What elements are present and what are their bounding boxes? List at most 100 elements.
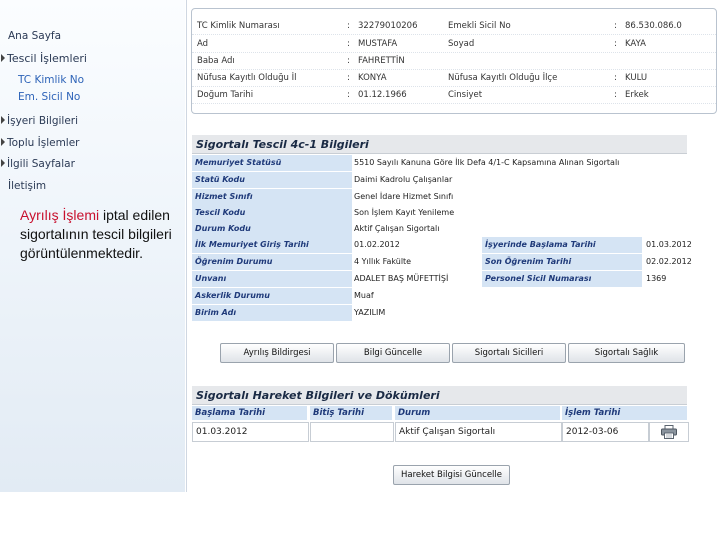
detail-value: 01.02.2012 <box>354 240 400 249</box>
hareket-bilgisi-guncelle-button[interactable]: Hareket Bilgisi Güncelle <box>393 465 510 485</box>
detail-row: Statü Kodu Daimi Kadrolu Çalışanlar <box>192 172 687 188</box>
detail-label: Personel Sicil Numarası <box>482 271 642 287</box>
label-text: Unvanı <box>195 274 227 283</box>
detail-value: 01.03.2012 <box>646 240 692 249</box>
cell-text: 01.03.2012 <box>196 427 248 437</box>
colon: : <box>347 39 350 49</box>
label-text: Birim Adı <box>195 308 237 317</box>
detail-label: Birim Adı <box>192 305 352 321</box>
detail-value: Daimi Kadrolu Çalışanlar <box>354 175 453 184</box>
info-label: Baba Adı <box>197 56 235 66</box>
info-value: KONYA <box>358 73 387 83</box>
caption-text: Ayrılış İşlemi iptal edilen sigortalının… <box>20 206 180 263</box>
colon: : <box>614 90 617 100</box>
info-row: Ad : MUSTAFA Soyad : KAYA <box>192 35 716 53</box>
cell-baslama: 01.03.2012 <box>192 422 309 442</box>
triangle-right-icon <box>1 159 5 167</box>
colon: : <box>347 56 350 66</box>
nav-label: Ana Sayfa <box>8 30 62 42</box>
label-text: Personel Sicil Numarası <box>485 274 592 283</box>
detail-row: İlk Memuriyet Giriş Tarihi 01.02.2012 İş… <box>192 237 692 253</box>
cell-bitis <box>310 422 394 442</box>
column-header: İşlem Tarihi <box>562 406 687 420</box>
colon: : <box>614 21 617 31</box>
info-label: Emekli Sicil No <box>448 21 511 31</box>
detail-label: İlk Memuriyet Giriş Tarihi <box>192 237 352 253</box>
nav-label: İletişim <box>8 180 47 192</box>
cell-islem: 2012-03-06 <box>562 422 649 442</box>
label-text: Durum Kodu <box>195 224 251 233</box>
info-label: TC Kimlik Numarası <box>197 21 280 31</box>
info-value: MUSTAFA <box>358 39 398 49</box>
label-text: İlk Memuriyet Giriş Tarihi <box>195 240 309 249</box>
detail-label: Unvanı <box>192 271 352 287</box>
detail-value: Muaf <box>354 291 374 300</box>
cell-print <box>649 422 689 442</box>
nav-iletisim[interactable]: İletişim <box>8 180 46 192</box>
info-value: 32279010206 <box>358 21 418 31</box>
label-text: Askerlik Durumu <box>195 291 270 300</box>
info-value: Erkek <box>625 90 649 100</box>
colon: : <box>347 90 350 100</box>
detail-value: 02.02.2012 <box>646 257 692 266</box>
header-text: Durum <box>398 408 431 418</box>
section-title: Sigortalı Hareket Bilgileri ve Dökümleri <box>196 389 440 402</box>
sigortali-sicilleri-button[interactable]: Sigortalı Sicilleri <box>452 343 566 363</box>
detail-value: ADALET BAŞ MÜFETTİŞİ <box>354 274 449 283</box>
sigortali-saglik-button[interactable]: Sigortalı Sağlık <box>568 343 685 363</box>
printer-icon[interactable] <box>661 425 677 439</box>
nav-label: Toplu İşlemler <box>7 137 80 149</box>
nav-label: Tescil İşlemleri <box>7 52 87 65</box>
detail-value: 4 Yıllık Fakülte <box>354 257 412 266</box>
triangle-right-icon <box>1 54 5 62</box>
triangle-right-icon <box>1 138 5 146</box>
cell-text: 2012-03-06 <box>566 427 619 437</box>
nav-toplu-islemler[interactable]: Toplu İşlemler <box>1 137 80 149</box>
nav-isyeri-bilgileri[interactable]: İşyeri Bilgileri <box>1 115 78 127</box>
nav-em-sicil-no[interactable]: Em. Sicil No <box>18 91 80 103</box>
info-value: FAHRETTİN <box>358 56 405 66</box>
detail-label: Durum Kodu <box>192 221 352 237</box>
detail-row: Unvanı ADALET BAŞ MÜFETTİŞİ Personel Sic… <box>192 271 687 287</box>
detail-label: Statü Kodu <box>192 172 352 188</box>
label-text: Tescil Kodu <box>195 208 246 217</box>
nav-ilgili-sayfalar[interactable]: İlgili Sayfalar <box>1 158 75 170</box>
ayrilis-bildirgesi-button[interactable]: Ayrılış Bildirgesi <box>220 343 334 363</box>
detail-value: Son İşlem Kayıt Yenileme <box>354 208 455 217</box>
column-header: Başlama Tarihi <box>192 406 307 420</box>
detail-label: Tescil Kodu <box>192 205 352 221</box>
info-label: Nüfusa Kayıtlı Olduğu İlçe <box>448 73 558 83</box>
info-label: Soyad <box>448 39 475 49</box>
personal-info-box: TC Kimlik Numarası : 32279010206 Emekli … <box>191 8 717 114</box>
detail-value: 1369 <box>646 274 667 283</box>
colon: : <box>614 39 617 49</box>
nav-label: İşyeri Bilgileri <box>7 115 79 127</box>
detail-value: Genel İdare Hizmet Sınıfı <box>354 192 454 201</box>
detail-row: Tescil Kodu Son İşlem Kayıt Yenileme <box>192 205 687 221</box>
info-value: 86.530.086.0 <box>625 21 682 31</box>
nav-label: TC Kimlik No <box>18 74 85 86</box>
nav-ana-sayfa[interactable]: Ana Sayfa <box>8 30 61 42</box>
column-header: Durum <box>395 406 560 420</box>
colon: : <box>614 73 617 83</box>
detail-value: YAZILIM <box>354 308 386 317</box>
detail-row: Hizmet Sınıfı Genel İdare Hizmet Sınıfı <box>192 189 687 205</box>
nav-label: İlgili Sayfalar <box>7 158 75 170</box>
info-label: Doğum Tarihi <box>197 90 254 100</box>
info-label: Ad <box>197 39 209 49</box>
bilgi-guncelle-button[interactable]: Bilgi Güncelle <box>336 343 450 363</box>
detail-row: Öğrenim Durumu 4 Yıllık Fakülte Son Öğre… <box>192 254 692 270</box>
nav-tescil-islemleri[interactable]: Tescil İşlemleri <box>1 52 87 65</box>
sidebar: Ana Sayfa Tescil İşlemleri TC Kimlik No … <box>0 0 185 492</box>
label-text: Öğrenim Durumu <box>195 257 273 266</box>
detail-label: İşyerinde Başlama Tarihi <box>482 237 642 253</box>
detail-row: Memuriyet Statüsü 5510 Sayılı Kanuna Gör… <box>192 155 687 171</box>
detail-value: Aktif Çalışan Sigortalı <box>354 224 440 233</box>
info-value: 01.12.1966 <box>358 90 407 100</box>
nav-tc-kimlik-no[interactable]: TC Kimlik No <box>18 74 84 86</box>
info-row: Nüfusa Kayıtlı Olduğu İl : KONYA Nüfusa … <box>192 69 716 87</box>
header-text: İşlem Tarihi <box>565 408 621 418</box>
hareket-section-header: Sigortalı Hareket Bilgileri ve Dökümleri <box>192 386 687 405</box>
column-header: Bitiş Tarihi <box>310 406 392 420</box>
section-title: Sigortalı Tescil 4c-1 Bilgileri <box>196 138 369 151</box>
